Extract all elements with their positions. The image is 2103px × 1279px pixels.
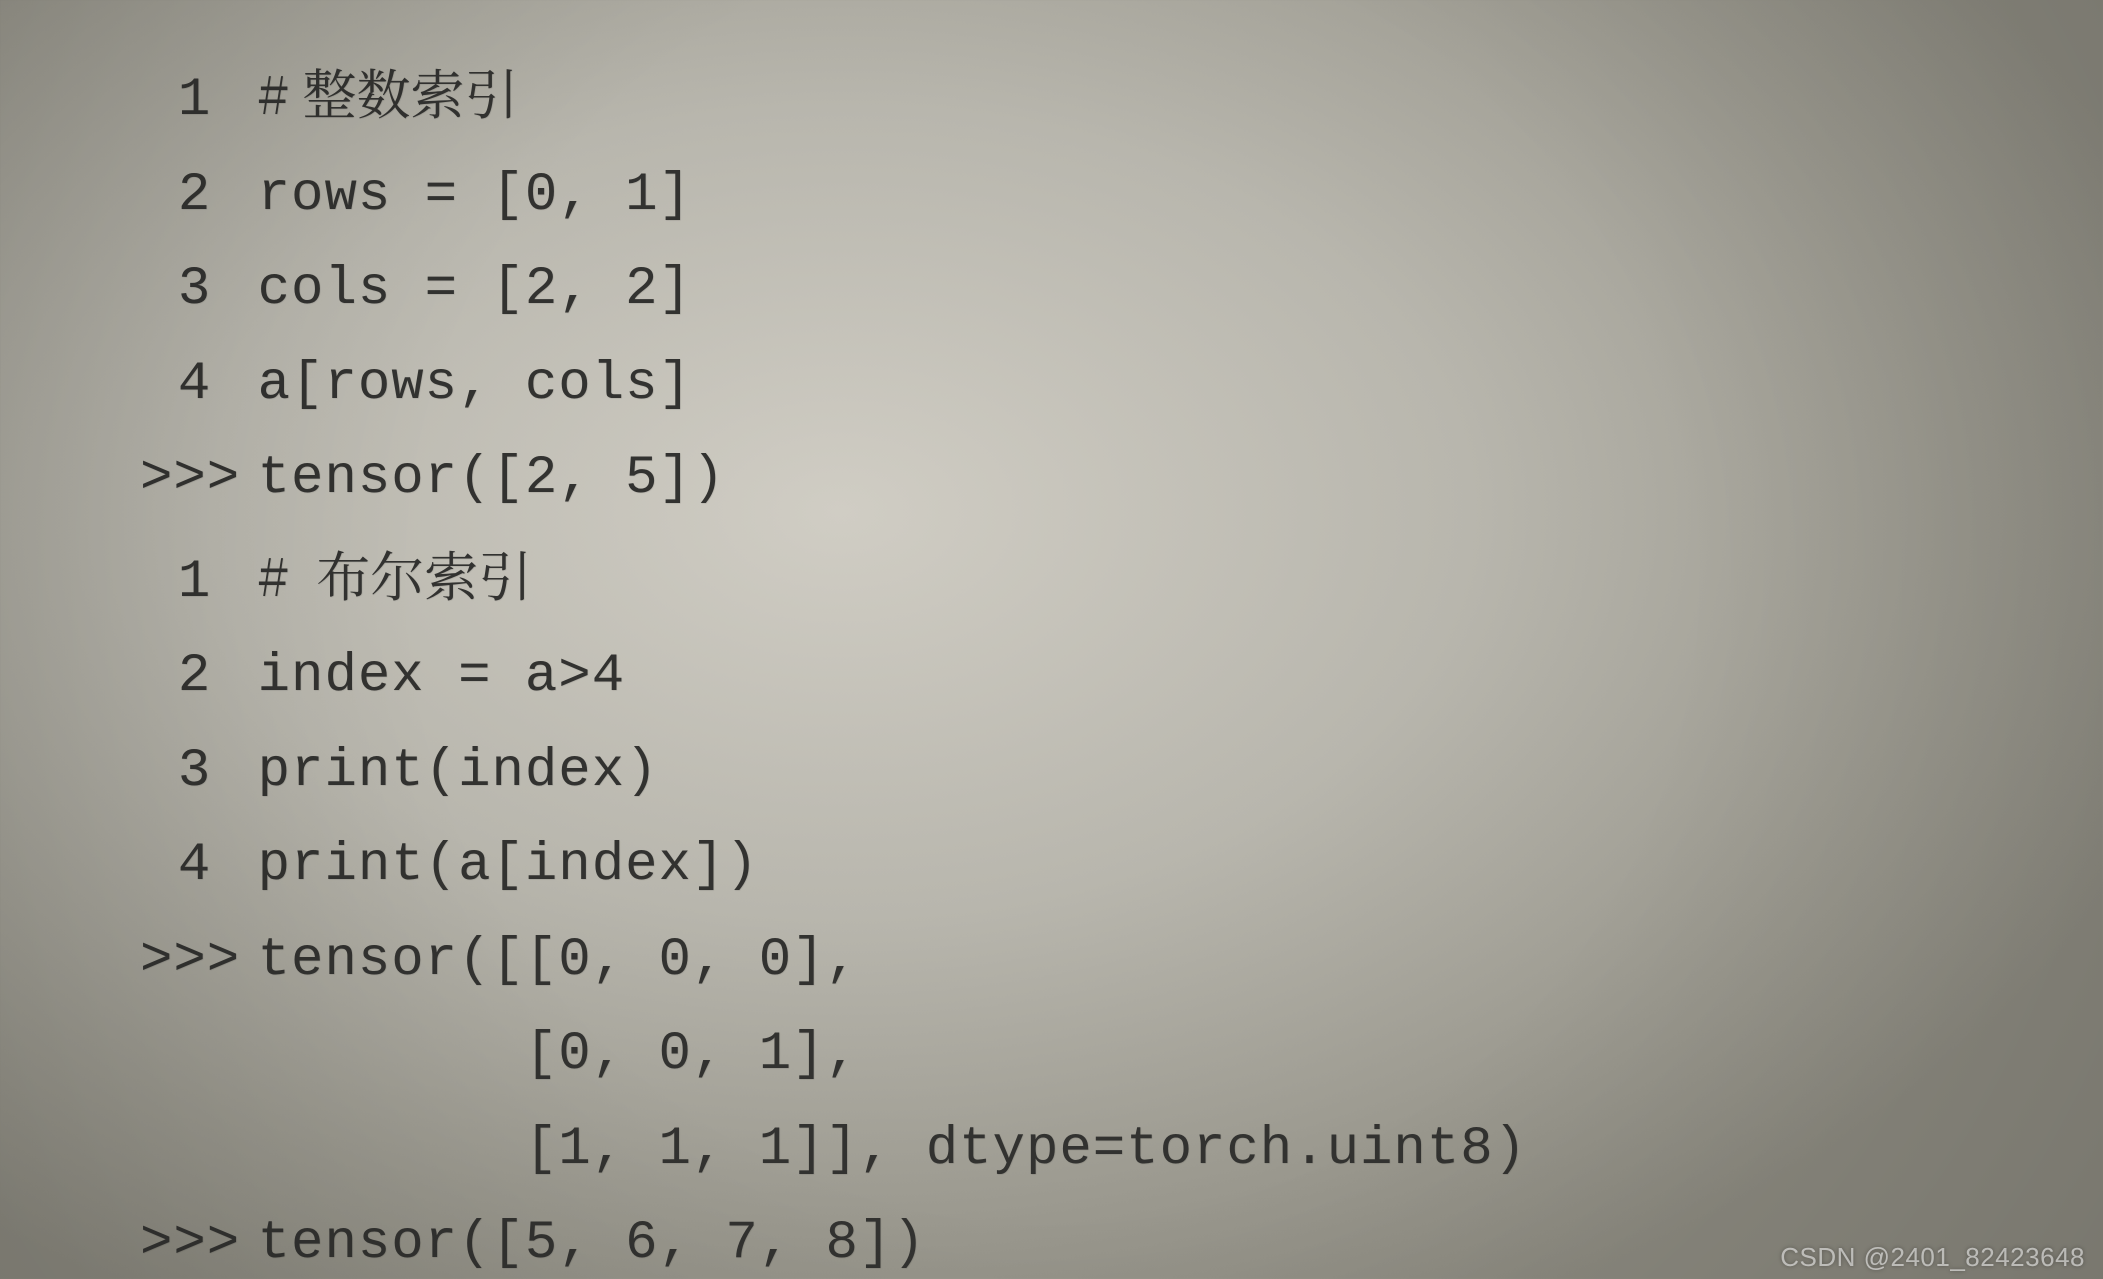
code-line: 3 print(index) [140,725,2103,820]
watermark-text: CSDN @2401_82423648 [1780,1242,2085,1273]
line-text: # 布尔索引 [258,535,533,612]
code-line: 1 # 布尔索引 [140,527,2103,631]
code-line: 2 rows = [0, 1] [140,149,2103,244]
page-photograph: 1 # 整数索引 2 rows = [0, 1] 3 cols = [2, 2]… [0,0,2103,1279]
code-line: 2 index = a>4 [140,630,2103,725]
line-label: 2 [140,149,211,244]
line-text: [0, 0, 1], [258,1024,859,1085]
line-text: cols = [2, 2] [258,259,692,320]
line-label: >>> [140,1197,211,1279]
line-label: >>> [140,432,211,527]
line-text: print(index) [258,741,659,802]
line-label: 1 [140,536,211,631]
line-text: # 整数索引 [258,53,519,130]
line-label: >>> [140,914,211,1009]
code-line: >>> tensor([2, 5]) [140,432,2103,527]
line-text: tensor([5, 6, 7, 8]) [258,1213,926,1274]
line-label: 4 [140,338,211,433]
code-line: 4 print(a[index]) [140,819,2103,914]
code-line: >>> tensor([[0, 0, 0], [140,914,2103,1009]
line-label: 3 [140,725,211,820]
code-line: [0, 0, 1], [140,1008,2103,1103]
line-text: [1, 1, 1]], dtype=torch.uint8) [258,1119,1527,1180]
line-text: rows = [0, 1] [258,165,692,226]
line-text: a[rows, cols] [258,354,692,415]
line-text: tensor([2, 5]) [258,448,726,509]
line-label: 2 [140,630,211,725]
line-label: 4 [140,819,211,914]
line-label: 1 [140,54,211,149]
line-text: tensor([[0, 0, 0], [258,930,859,991]
code-line: 4 a[rows, cols] [140,338,2103,433]
line-label: 3 [140,243,211,338]
line-text: index = a>4 [258,646,625,707]
code-line: [1, 1, 1]], dtype=torch.uint8) [140,1103,2103,1198]
code-line: 3 cols = [2, 2] [140,243,2103,338]
line-text: print(a[index]) [258,835,759,896]
code-line: 1 # 整数索引 [140,45,2103,149]
